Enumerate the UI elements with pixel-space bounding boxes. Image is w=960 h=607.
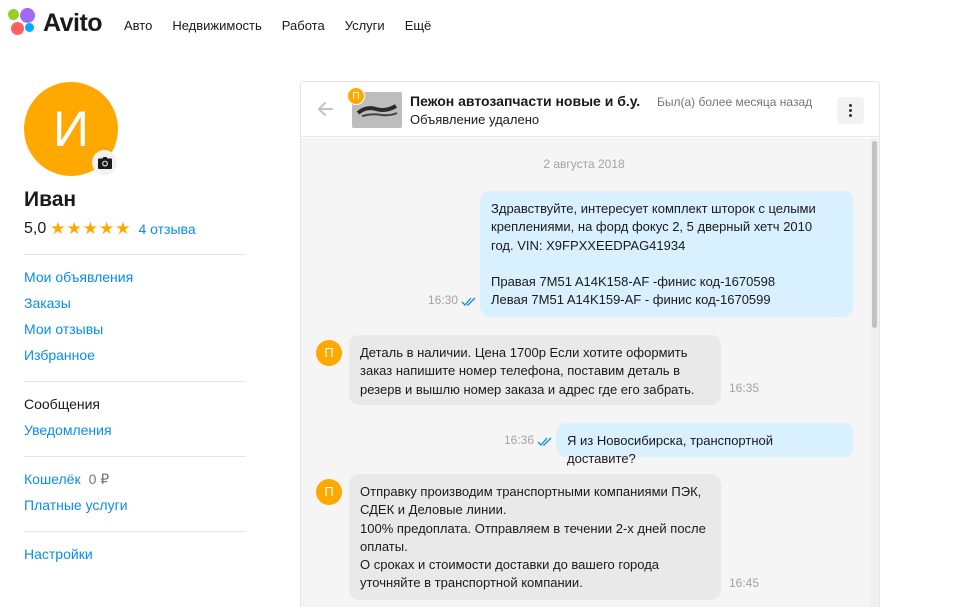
rating-stars: ★ ★ ★ ★ ★ xyxy=(50,220,131,238)
message-time: 16:45 xyxy=(729,576,760,590)
rating-row: 5,0 ★ ★ ★ ★ ★ 4 отзыва xyxy=(24,220,246,238)
arrow-left-icon[interactable] xyxy=(315,98,337,120)
message-bubble-incoming: Деталь в наличии. Цена 1700р Если хотите… xyxy=(349,335,721,405)
nav-links: Авто Недвижимость Работа Услуги Ещё xyxy=(124,18,451,33)
message-bubble-outgoing: Здравствуйте, интересует комплект шторок… xyxy=(480,191,853,317)
sidebar-item-settings[interactable]: Настройки xyxy=(24,545,246,571)
message-list: 2 августа 2018 16:30 Здравствуйте, интер… xyxy=(301,138,879,607)
chat-scrollbar[interactable] xyxy=(870,138,879,607)
star-icon: ★ xyxy=(66,219,82,238)
more-vertical-icon[interactable] xyxy=(837,97,864,124)
wallet-label: Кошелёк xyxy=(24,471,81,487)
sidebar-item-notifications[interactable]: Уведомления xyxy=(24,421,246,447)
nav-item-more[interactable]: Ещё xyxy=(405,18,432,33)
sidebar-item-wallet[interactable]: Кошелёк 0 ₽ xyxy=(24,470,246,496)
wallet-amount: 0 ₽ xyxy=(88,471,110,487)
message-time: 16:36 xyxy=(504,433,535,447)
camera-icon[interactable] xyxy=(92,150,117,175)
star-icon: ★ xyxy=(99,219,115,238)
nav-item-realty[interactable]: Недвижимость xyxy=(172,18,261,33)
date-separator: 2 августа 2018 xyxy=(543,157,625,171)
sidebar-item-orders[interactable]: Заказы xyxy=(24,294,246,320)
double-check-icon xyxy=(461,297,476,306)
last-seen-status: Был(а) более месяца назад xyxy=(657,95,813,109)
sidebar-item-my-reviews[interactable]: Мои отзывы xyxy=(24,320,246,346)
star-icon: ★ xyxy=(115,219,131,238)
double-check-icon xyxy=(537,437,552,446)
reviews-link[interactable]: 4 отзыва xyxy=(139,221,196,237)
seller-avatar-badge: П xyxy=(347,87,365,105)
user-name: Иван xyxy=(24,188,77,211)
top-navigation: Avito Авто Недвижимость Работа Услуги Ещ… xyxy=(0,0,960,52)
menu-group-wallet: Кошелёк 0 ₽ Платные услуги xyxy=(24,457,246,531)
sidebar-item-my-ads[interactable]: Мои объявления xyxy=(24,268,246,294)
avito-logo[interactable]: Avito xyxy=(8,8,103,38)
logo-text: Avito xyxy=(43,9,103,37)
message-bubble-outgoing: Я из Новосибирска, транспортной доставит… xyxy=(556,423,853,466)
profile-sidebar: И Иван 5,0 ★ ★ ★ ★ ★ 4 отзыва Мои объявл… xyxy=(24,82,246,580)
message-time: 16:30 xyxy=(428,293,459,307)
nav-item-services[interactable]: Услуги xyxy=(345,18,385,33)
listing-status: Объявление удалено xyxy=(410,112,540,127)
listing-title[interactable]: Пежон автозапчасти новые и б.у. xyxy=(410,93,640,109)
chat-header: П Пежон автозапчасти новые и б.у. Был(а)… xyxy=(301,82,879,137)
nav-item-jobs[interactable]: Работа xyxy=(282,18,325,33)
chat-panel: П Пежон автозапчасти новые и б.у. Был(а)… xyxy=(300,81,880,607)
menu-group-settings: Настройки xyxy=(24,532,246,580)
rating-value: 5,0 xyxy=(24,220,47,237)
sidebar-item-favorites[interactable]: Избранное xyxy=(24,346,246,372)
menu-group-messages: Сообщения Уведомления xyxy=(24,382,246,456)
sidebar-item-paid-services[interactable]: Платные услуги xyxy=(24,496,246,522)
menu-group-ads: Мои объявления Заказы Мои отзывы Избранн… xyxy=(24,255,246,381)
avatar[interactable]: И xyxy=(24,82,118,176)
seller-avatar[interactable]: П xyxy=(316,340,342,366)
nav-item-auto[interactable]: Авто xyxy=(124,18,152,33)
star-icon: ★ xyxy=(50,219,66,238)
sidebar-item-messages[interactable]: Сообщения xyxy=(24,395,246,421)
star-icon: ★ xyxy=(82,219,98,238)
seller-avatar[interactable]: П xyxy=(316,479,342,505)
message-time: 16:35 xyxy=(729,381,760,395)
logo-dots-icon xyxy=(8,8,40,38)
message-bubble-incoming: Отправку производим транспортными компан… xyxy=(349,474,721,600)
scrollbar-thumb[interactable] xyxy=(872,141,877,328)
